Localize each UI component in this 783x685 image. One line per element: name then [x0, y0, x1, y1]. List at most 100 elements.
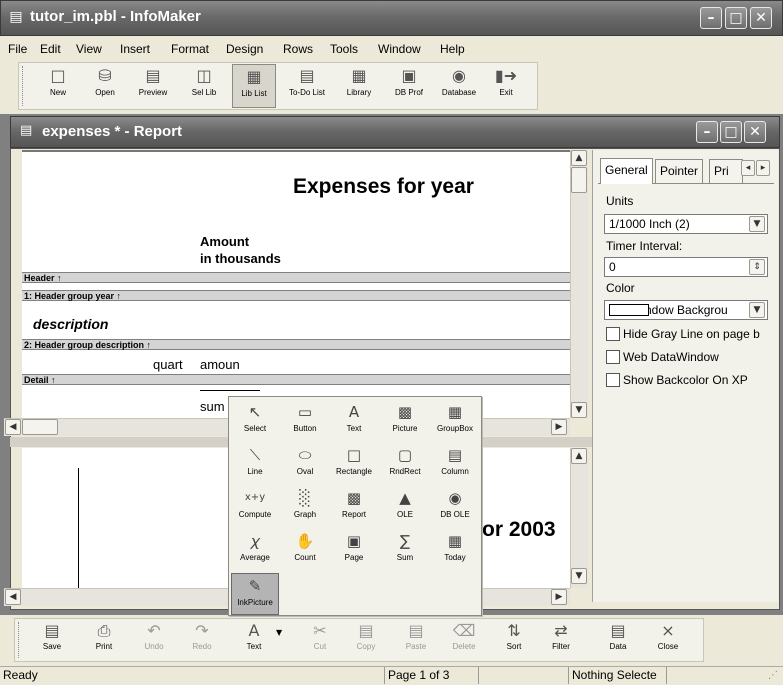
menu-help[interactable]: Help — [440, 40, 465, 58]
design-scroll-thumb[interactable] — [571, 167, 587, 193]
tabs-scroll-right-button[interactable]: ▸ — [756, 160, 770, 176]
toolbar-grip[interactable] — [22, 66, 24, 106]
filter-button[interactable]: ⇄ Filter — [541, 620, 581, 660]
design-scroll-down-button[interactable]: ▼ — [571, 402, 587, 418]
toolbar-database-button[interactable]: ◉ Database — [435, 64, 483, 108]
close-report-button[interactable]: × Close — [648, 620, 688, 660]
design-scroll-right-button[interactable]: ▶ — [551, 419, 567, 435]
web-datawindow-checkbox[interactable] — [606, 350, 620, 364]
palette-count[interactable]: ✋ Count — [282, 529, 328, 571]
copy-button[interactable]: ▤ Copy — [346, 620, 386, 660]
minimize-button[interactable]: – — [700, 7, 722, 29]
text-button[interactable]: A Text — [234, 620, 274, 660]
tabs-scroll-left-button[interactable]: ◂ — [741, 160, 755, 176]
palette-picture[interactable]: ▩ Picture — [382, 400, 428, 442]
palette-sum[interactable]: ∑ Sum — [382, 529, 428, 571]
menu-design[interactable]: Design — [226, 40, 263, 58]
preview-scroll-up-button[interactable]: ▲ — [571, 448, 587, 464]
palette-report[interactable]: ▩ Report — [331, 486, 377, 528]
menu-rows[interactable]: Rows — [283, 40, 313, 58]
delete-button[interactable]: ⌫ Delete — [444, 620, 484, 660]
resize-grip[interactable]: ⋰ — [768, 670, 781, 683]
palette-rndrect[interactable]: ▢ RndRect — [382, 443, 428, 485]
menu-window[interactable]: Window — [378, 40, 421, 58]
redo-button[interactable]: ↷ Redo — [182, 620, 222, 660]
color-dropdown-button[interactable]: ▼ — [749, 302, 765, 318]
palette-oval[interactable]: ⬭ Oval — [282, 443, 328, 485]
painter-toolbar-grip[interactable] — [18, 622, 20, 658]
tab-print[interactable]: Pri — [709, 159, 743, 183]
report-title-text[interactable]: Expenses for year — [293, 175, 474, 199]
palette-today[interactable]: ▦ Today — [432, 529, 478, 571]
report-window-icon[interactable]: ▤ — [20, 124, 34, 138]
undo-button[interactable]: ↶ Undo — [134, 620, 174, 660]
timer-interval-input[interactable]: 0 — [604, 257, 768, 277]
description-field[interactable]: description — [33, 316, 108, 332]
report-minimize-button[interactable]: – — [696, 121, 718, 143]
palette-groupbox[interactable]: ▦ GroupBox — [432, 400, 478, 442]
sort-button[interactable]: ⇅ Sort — [494, 620, 534, 660]
report-maximize-button[interactable]: □ — [720, 121, 742, 143]
band-header-group-description[interactable]: 2: Header group description ↑ — [22, 339, 570, 350]
palette-ole[interactable]: ▲ OLE — [382, 486, 428, 528]
cut-button[interactable]: ✂ Cut — [300, 620, 340, 660]
palette-rectangle[interactable]: □ Rectangle — [331, 443, 377, 485]
units-dropdown[interactable]: 1/1000 Inch (2) — [604, 214, 768, 234]
preview-scroll-right-button[interactable]: ▶ — [551, 589, 567, 605]
close-button[interactable]: ✕ — [750, 7, 772, 29]
design-scroll-up-button[interactable]: ▲ — [571, 150, 587, 166]
band-header-group-year[interactable]: 1: Header group year ↑ — [22, 290, 570, 301]
toolbar-library-button[interactable]: ▦ Library — [338, 64, 380, 108]
preview-scroll-down-button[interactable]: ▼ — [571, 568, 587, 584]
band-header[interactable]: Header ↑ — [22, 272, 570, 283]
text-dropdown-arrow[interactable]: ▼ — [276, 628, 286, 638]
amount-label-line1[interactable]: Amount — [200, 234, 249, 249]
palette-db-ole[interactable]: ◉ DB OLE — [432, 486, 478, 528]
amount-label-line2[interactable]: in thousands — [200, 251, 281, 266]
paste-button[interactable]: ▤ Paste — [396, 620, 436, 660]
menu-insert[interactable]: Insert — [120, 40, 150, 58]
report-close-button[interactable]: ✕ — [744, 121, 766, 143]
menu-format[interactable]: Format — [171, 40, 209, 58]
palette-column[interactable]: ▤ Column — [432, 443, 478, 485]
amount-field[interactable]: amoun — [200, 357, 240, 372]
toolbar-new-button[interactable]: □ New — [38, 64, 78, 108]
timer-interval-spinner[interactable]: ⇕ — [749, 259, 765, 275]
palette-compute[interactable]: x+y Compute — [232, 486, 278, 528]
menu-edit[interactable]: Edit — [40, 40, 61, 58]
quart-field[interactable]: quart — [153, 357, 183, 372]
toolbar-exit-button[interactable]: ▮➜ Exit — [488, 64, 524, 108]
toolbar-db-prof-button[interactable]: ▣ DB Prof — [387, 64, 431, 108]
tab-general[interactable]: General — [600, 158, 653, 184]
palette-text[interactable]: A Text — [331, 400, 377, 442]
menu-tools[interactable]: Tools — [330, 40, 358, 58]
toolbar-lib-list-button[interactable]: ▦ Lib List — [232, 64, 276, 108]
menu-file[interactable]: File — [8, 40, 27, 58]
palette-graph[interactable]: ░ Graph — [282, 486, 328, 528]
show-backcolor-checkbox[interactable] — [606, 373, 620, 387]
preview-vertical-scrollbar[interactable] — [570, 448, 588, 588]
units-dropdown-button[interactable]: ▼ — [749, 216, 765, 232]
tab-pointer[interactable]: Pointer — [655, 159, 704, 183]
toolbar-preview-button[interactable]: ▤ Preview — [131, 64, 175, 108]
toolbar-todo-list-button[interactable]: ▤ To-Do List — [282, 64, 332, 108]
menu-view[interactable]: View — [76, 40, 102, 58]
band-detail[interactable]: Detail ↑ — [22, 374, 570, 385]
design-scroll-left-button[interactable]: ◀ — [5, 419, 21, 435]
data-button[interactable]: ▤ Data — [598, 620, 638, 660]
palette-button[interactable]: ▭ Button — [282, 400, 328, 442]
palette-inkpicture[interactable]: ✎ InkPicture — [231, 573, 279, 615]
palette-select[interactable]: ↖ Select — [232, 400, 278, 442]
preview-scroll-left-button[interactable]: ◀ — [5, 589, 21, 605]
palette-page[interactable]: ▣ Page — [331, 529, 377, 571]
print-button[interactable]: ⎙ Print — [84, 620, 124, 660]
toolbar-sel-lib-button[interactable]: ◫ Sel Lib — [182, 64, 226, 108]
app-window-icon[interactable]: ▤ — [8, 9, 24, 25]
design-hscroll-thumb[interactable] — [22, 419, 58, 435]
palette-average[interactable]: 𝜒 Average — [232, 529, 278, 571]
toolbar-open-button[interactable]: ⛁ Open — [84, 64, 126, 108]
save-button[interactable]: ▤ Save — [34, 620, 70, 660]
palette-line[interactable]: ⟍ Line — [232, 443, 278, 485]
hide-gray-line-checkbox[interactable] — [606, 327, 620, 341]
sum-field[interactable]: sum — [200, 399, 225, 414]
